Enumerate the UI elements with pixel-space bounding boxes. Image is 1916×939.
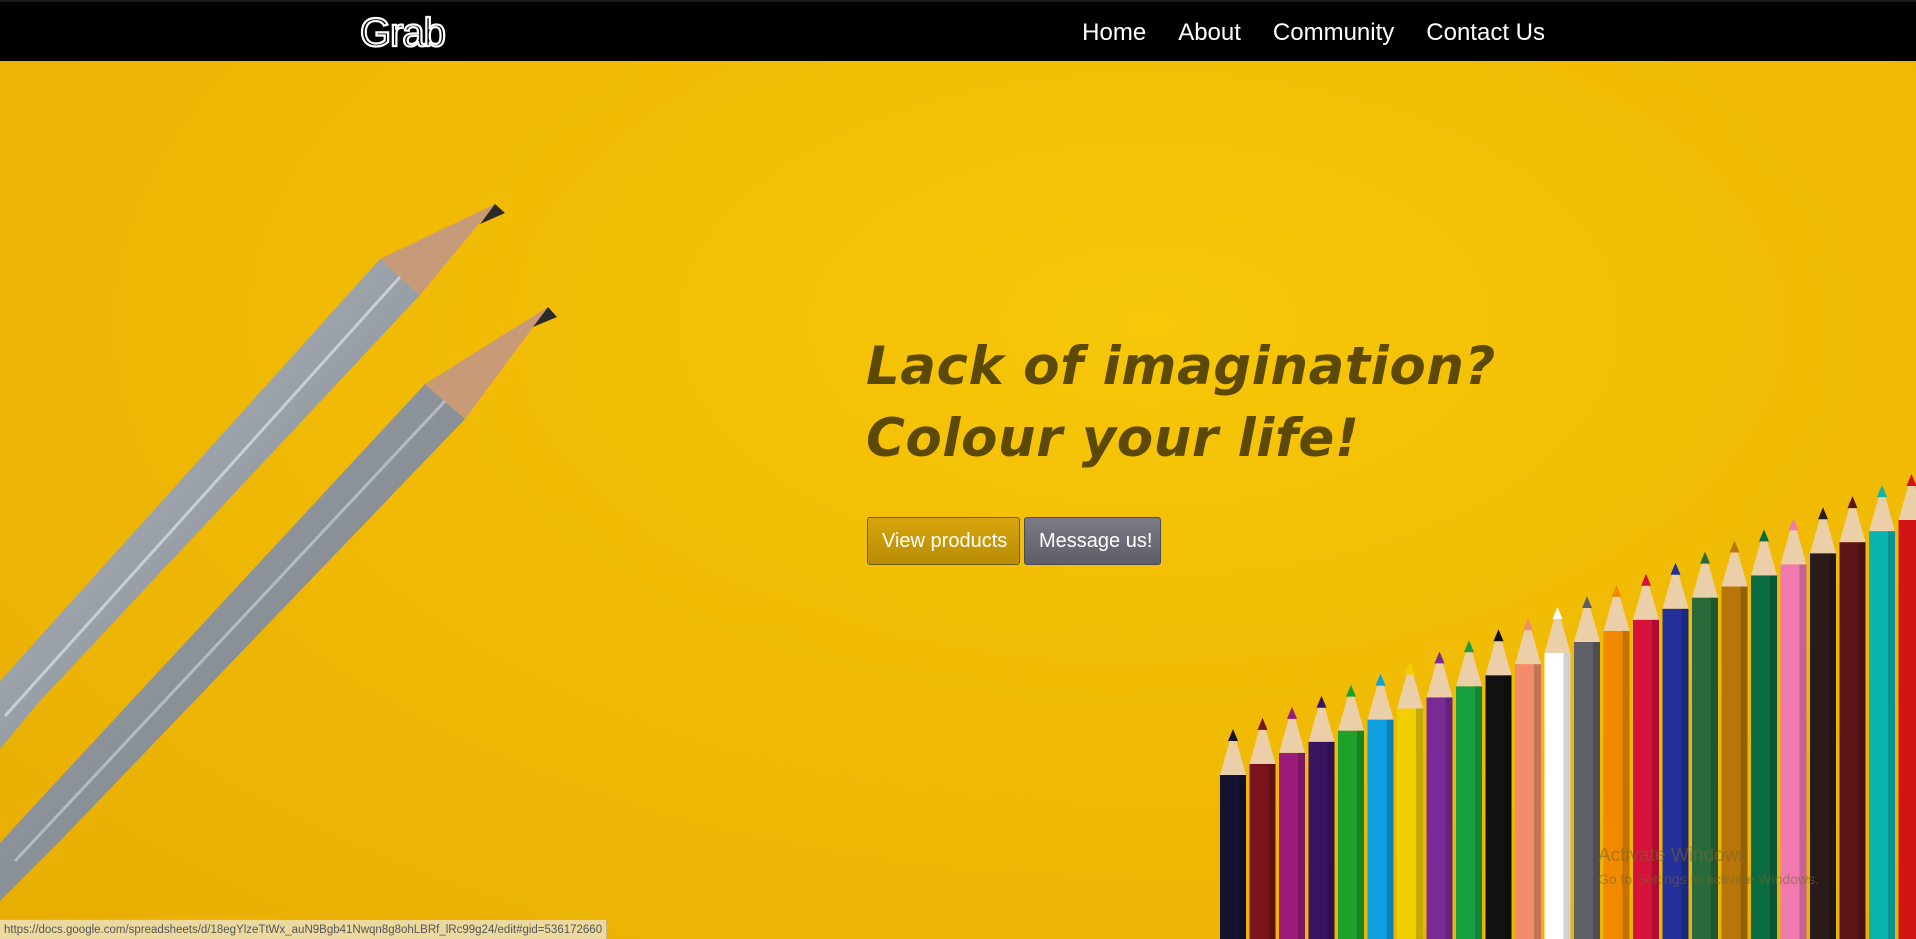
pencil-lead: [1818, 507, 1828, 520]
pencil-shade: [1711, 597, 1718, 939]
pencil-lead: [1228, 729, 1238, 741]
pencil-shade: [1298, 752, 1305, 939]
top-navbar: Grab Home About Community Contact Us: [0, 0, 1916, 61]
graphite-pencils: [0, 204, 557, 901]
pencil-lead: [1877, 485, 1887, 498]
pencil-lead: [1641, 573, 1651, 586]
pencil-shade: [1858, 542, 1866, 939]
pencil-body: [1898, 520, 1916, 939]
pencil-lead: [1670, 562, 1681, 575]
pencil-lead: [1316, 695, 1327, 708]
nav-contact-us[interactable]: Contact Us: [1426, 19, 1545, 47]
nav-community[interactable]: Community: [1273, 19, 1394, 47]
pencil-shade: [1357, 730, 1364, 939]
pencil-shade: [1829, 553, 1836, 939]
pencil-lead: [1611, 584, 1622, 597]
pencil-shade: [1652, 619, 1659, 939]
hero-background-art: [0, 204, 1916, 939]
watermark-subtitle: Go to Settings to activate Windows.: [1598, 871, 1819, 887]
view-products-button[interactable]: View products: [867, 517, 1020, 565]
logo-text: Grab: [360, 11, 445, 54]
pencil-lead: [1729, 540, 1740, 553]
pencil-shade: [1681, 608, 1689, 939]
pencil-lead: [1523, 618, 1533, 631]
pencil-lead: [1434, 651, 1445, 664]
pencil-shade: [1416, 708, 1423, 939]
pencil-lead: [1257, 717, 1268, 730]
activate-windows-watermark: Activate Windows Go to Settings to activ…: [1598, 845, 1819, 887]
pencil-shade: [1622, 630, 1630, 939]
watermark-title: Activate Windows: [1598, 845, 1748, 866]
pencil-lead: [1582, 595, 1592, 608]
pencil-lead: [1493, 629, 1504, 642]
pencil-shade: [1534, 664, 1541, 939]
pencil-shade: [1327, 741, 1335, 939]
grab-logo[interactable]: Grab: [358, 10, 468, 54]
pencil-shade: [1239, 775, 1246, 939]
hero-headline: Lack of imagination? Colour your life!: [866, 331, 1496, 475]
pencil-lead: [1375, 673, 1386, 686]
pencil-lead: [1346, 684, 1356, 697]
pencil-lead: [1552, 607, 1563, 620]
pencil-lead: [1405, 662, 1415, 675]
pencil-lead: [1906, 474, 1916, 486]
headline-line-1: Lack of imagination?: [866, 336, 1496, 397]
pencil-shade: [1268, 763, 1276, 939]
pencil-shade: [1386, 719, 1394, 939]
nav-home[interactable]: Home: [1082, 19, 1146, 47]
pencil-shade: [1563, 653, 1571, 939]
pencil-shade: [1475, 686, 1482, 939]
pencil-lead: [1847, 496, 1858, 509]
pencil-lead: [1759, 529, 1769, 542]
hero-section: Lack of imagination? Colour your life!: [0, 61, 1916, 939]
browser-status-bar: https://docs.google.com/spreadsheets/d/1…: [0, 919, 608, 939]
pencil-shade: [1445, 697, 1453, 939]
pencil-shade: [1593, 641, 1600, 939]
nav-menu: Home About Community Contact Us: [1082, 2, 1545, 63]
headline-line-2: Colour your life!: [866, 408, 1360, 469]
pencil-shade: [1504, 675, 1512, 939]
message-us-button[interactable]: Message us!: [1024, 517, 1161, 565]
pencil-shade: [1888, 531, 1895, 939]
pencil-lead: [1464, 640, 1474, 653]
pencil-lead: [1287, 706, 1297, 719]
nav-about[interactable]: About: [1178, 19, 1241, 47]
pencil-lead: [1788, 518, 1799, 531]
pencil-lead: [1700, 551, 1710, 564]
